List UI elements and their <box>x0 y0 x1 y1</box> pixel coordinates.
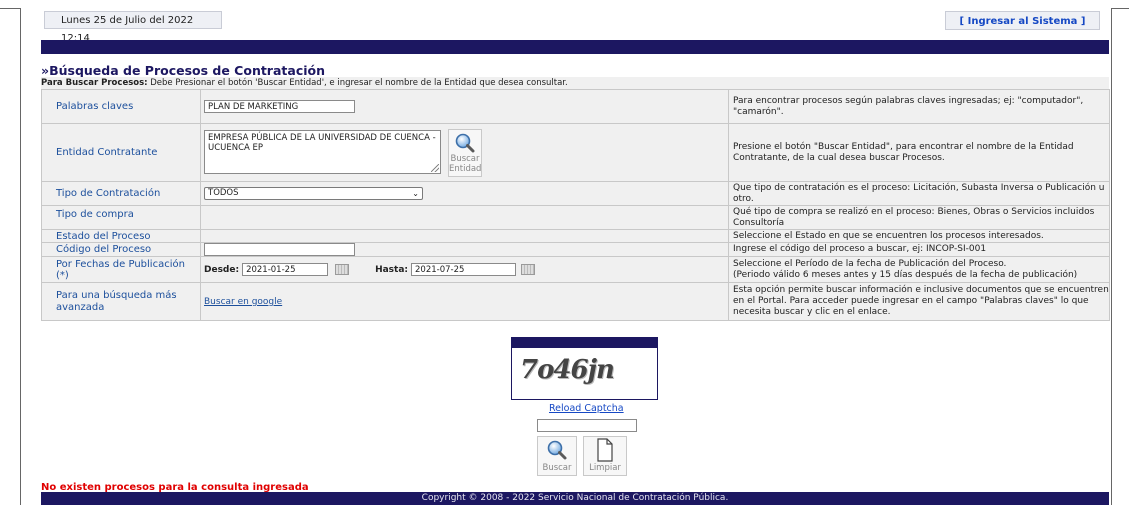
calendar-icon[interactable] <box>335 264 350 275</box>
row-contract-type: Tipo de Contratación TODOS ⌄ Que tipo de… <box>41 181 1110 206</box>
row-advanced: Para una búsqueda más avanzada Buscar en… <box>41 282 1110 321</box>
clear-button[interactable]: Limpiar <box>583 436 627 476</box>
dates-help-line1: Seleccione el Período de la fecha de Pub… <box>733 258 1007 269</box>
advanced-label: Para una búsqueda más avanzada <box>41 282 201 321</box>
entity-help: Presione el botón "Buscar Entidad", para… <box>728 123 1110 182</box>
dates-label: Por Fechas de Publicación (*) <box>41 256 201 283</box>
contract-type-selected: TODOS <box>208 188 239 198</box>
row-keywords: Palabras claves PLAN DE MARKETING Para e… <box>41 89 1110 124</box>
login-box: [ Ingresar al Sistema ] <box>945 11 1100 30</box>
instructions-label: Para Buscar Procesos: <box>41 78 148 88</box>
captcha-image: 7o46jn <box>511 347 658 400</box>
entity-value: EMPRESA PÚBLICA DE LA UNIVERSIDAD DE CUE… <box>208 132 436 153</box>
captcha-header-bar <box>511 337 658 347</box>
purchase-type-help: Qué tipo de compra se realizó en el proc… <box>728 205 1110 230</box>
login-link[interactable]: [ Ingresar al Sistema ] <box>960 16 1086 27</box>
google-search-link[interactable]: Buscar en google <box>204 297 282 307</box>
footer-copyright: Copyright © 2008 - 2022 Servicio Naciona… <box>41 492 1109 505</box>
search-button-label: Buscar <box>542 463 572 473</box>
contract-type-label: Tipo de Contratación <box>41 181 201 206</box>
clear-button-label: Limpiar <box>589 463 621 473</box>
entity-label: Entidad Contratante <box>41 123 201 182</box>
dates-help-line2: (Periodo válido 6 meses antes y 15 días … <box>733 269 1078 280</box>
keywords-help: Para encontrar procesos según palabras c… <box>728 89 1110 124</box>
contract-type-help: Que tipo de contratación es el proceso: … <box>728 181 1110 206</box>
row-entity: Entidad Contratante EMPRESA PÚBLICA DE L… <box>41 123 1110 182</box>
captcha-input[interactable] <box>537 419 637 432</box>
left-frame-border <box>0 0 21 505</box>
purchase-type-label: Tipo de compra <box>41 205 201 230</box>
row-process-state: Estado del Proceso Seleccione el Estado … <box>41 229 1110 243</box>
blank-page-icon <box>597 438 613 462</box>
row-process-code: Código del Proceso Ingrese el código del… <box>41 242 1110 257</box>
process-code-help: Ingrese el código del proceso a buscar, … <box>728 242 1110 257</box>
keywords-label: Palabras claves <box>41 89 201 124</box>
entity-textarea[interactable]: EMPRESA PÚBLICA DE LA UNIVERSIDAD DE CUE… <box>204 129 441 174</box>
keywords-input[interactable]: PLAN DE MARKETING <box>204 100 355 113</box>
calendar-icon[interactable] <box>521 264 536 275</box>
search-entity-line2: Entidad <box>449 163 482 174</box>
row-purchase-type: Tipo de compra Qué tipo de compra se rea… <box>41 205 1110 230</box>
instructions-text: Debe Presionar el botón 'Buscar Entidad'… <box>147 78 568 88</box>
page-title: »Búsqueda de Procesos de Contratación <box>41 63 326 78</box>
captcha-text: 7o46jn <box>520 355 615 385</box>
search-entity-line1: Buscar <box>450 153 480 164</box>
process-state-label: Estado del Proceso <box>41 229 201 243</box>
search-button[interactable]: Buscar <box>537 436 577 476</box>
process-code-label: Código del Proceso <box>41 242 201 257</box>
magnifier-icon <box>547 440 567 460</box>
search-instructions: Para Buscar Procesos: Debe Presionar el … <box>41 77 1109 89</box>
from-date-label: Desde: <box>204 264 240 275</box>
from-date-input[interactable]: 2021-01-25 <box>242 263 329 276</box>
to-date-input[interactable]: 2021-07-25 <box>411 263 517 276</box>
current-date: Lunes 25 de Julio del 2022 12:14 <box>44 11 222 44</box>
process-state-help: Seleccione el Estado en que se encuentre… <box>728 229 1110 243</box>
magnifier-icon <box>455 133 475 152</box>
header-band <box>41 40 1109 54</box>
chevron-down-icon: ⌄ <box>412 189 419 198</box>
process-code-input[interactable] <box>204 243 355 256</box>
contract-type-select[interactable]: TODOS ⌄ <box>204 187 423 200</box>
to-date-label: Hasta: <box>375 264 409 275</box>
advanced-help: Esta opción permite buscar información e… <box>728 282 1110 321</box>
search-form: Palabras claves PLAN DE MARKETING Para e… <box>41 89 1110 321</box>
right-frame-border <box>1111 0 1129 505</box>
resize-grip-icon[interactable] <box>431 163 439 172</box>
row-dates: Por Fechas de Publicación (*) Desde: 202… <box>41 256 1110 283</box>
search-entity-button[interactable]: Buscar Entidad <box>448 128 482 177</box>
reload-captcha-link[interactable]: Reload Captcha <box>549 403 624 414</box>
